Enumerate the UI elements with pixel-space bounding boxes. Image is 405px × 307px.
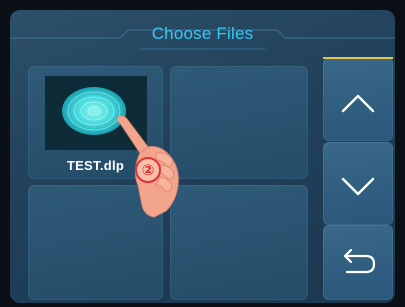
step-number: ② bbox=[142, 161, 155, 179]
page-title: Choose Files bbox=[151, 24, 254, 43]
scroll-up-button[interactable] bbox=[323, 58, 393, 141]
chevron-up-icon bbox=[341, 94, 375, 113]
return-icon bbox=[343, 248, 376, 274]
step-badge: ② bbox=[135, 157, 161, 183]
choose-files-screen: Choose Files TEST.dlp ② bbox=[10, 10, 395, 303]
header: Choose Files bbox=[10, 10, 395, 52]
back-button[interactable] bbox=[323, 225, 393, 300]
chevron-down-icon bbox=[341, 177, 375, 196]
active-indicator bbox=[323, 57, 393, 59]
scroll-down-button[interactable] bbox=[323, 142, 393, 225]
